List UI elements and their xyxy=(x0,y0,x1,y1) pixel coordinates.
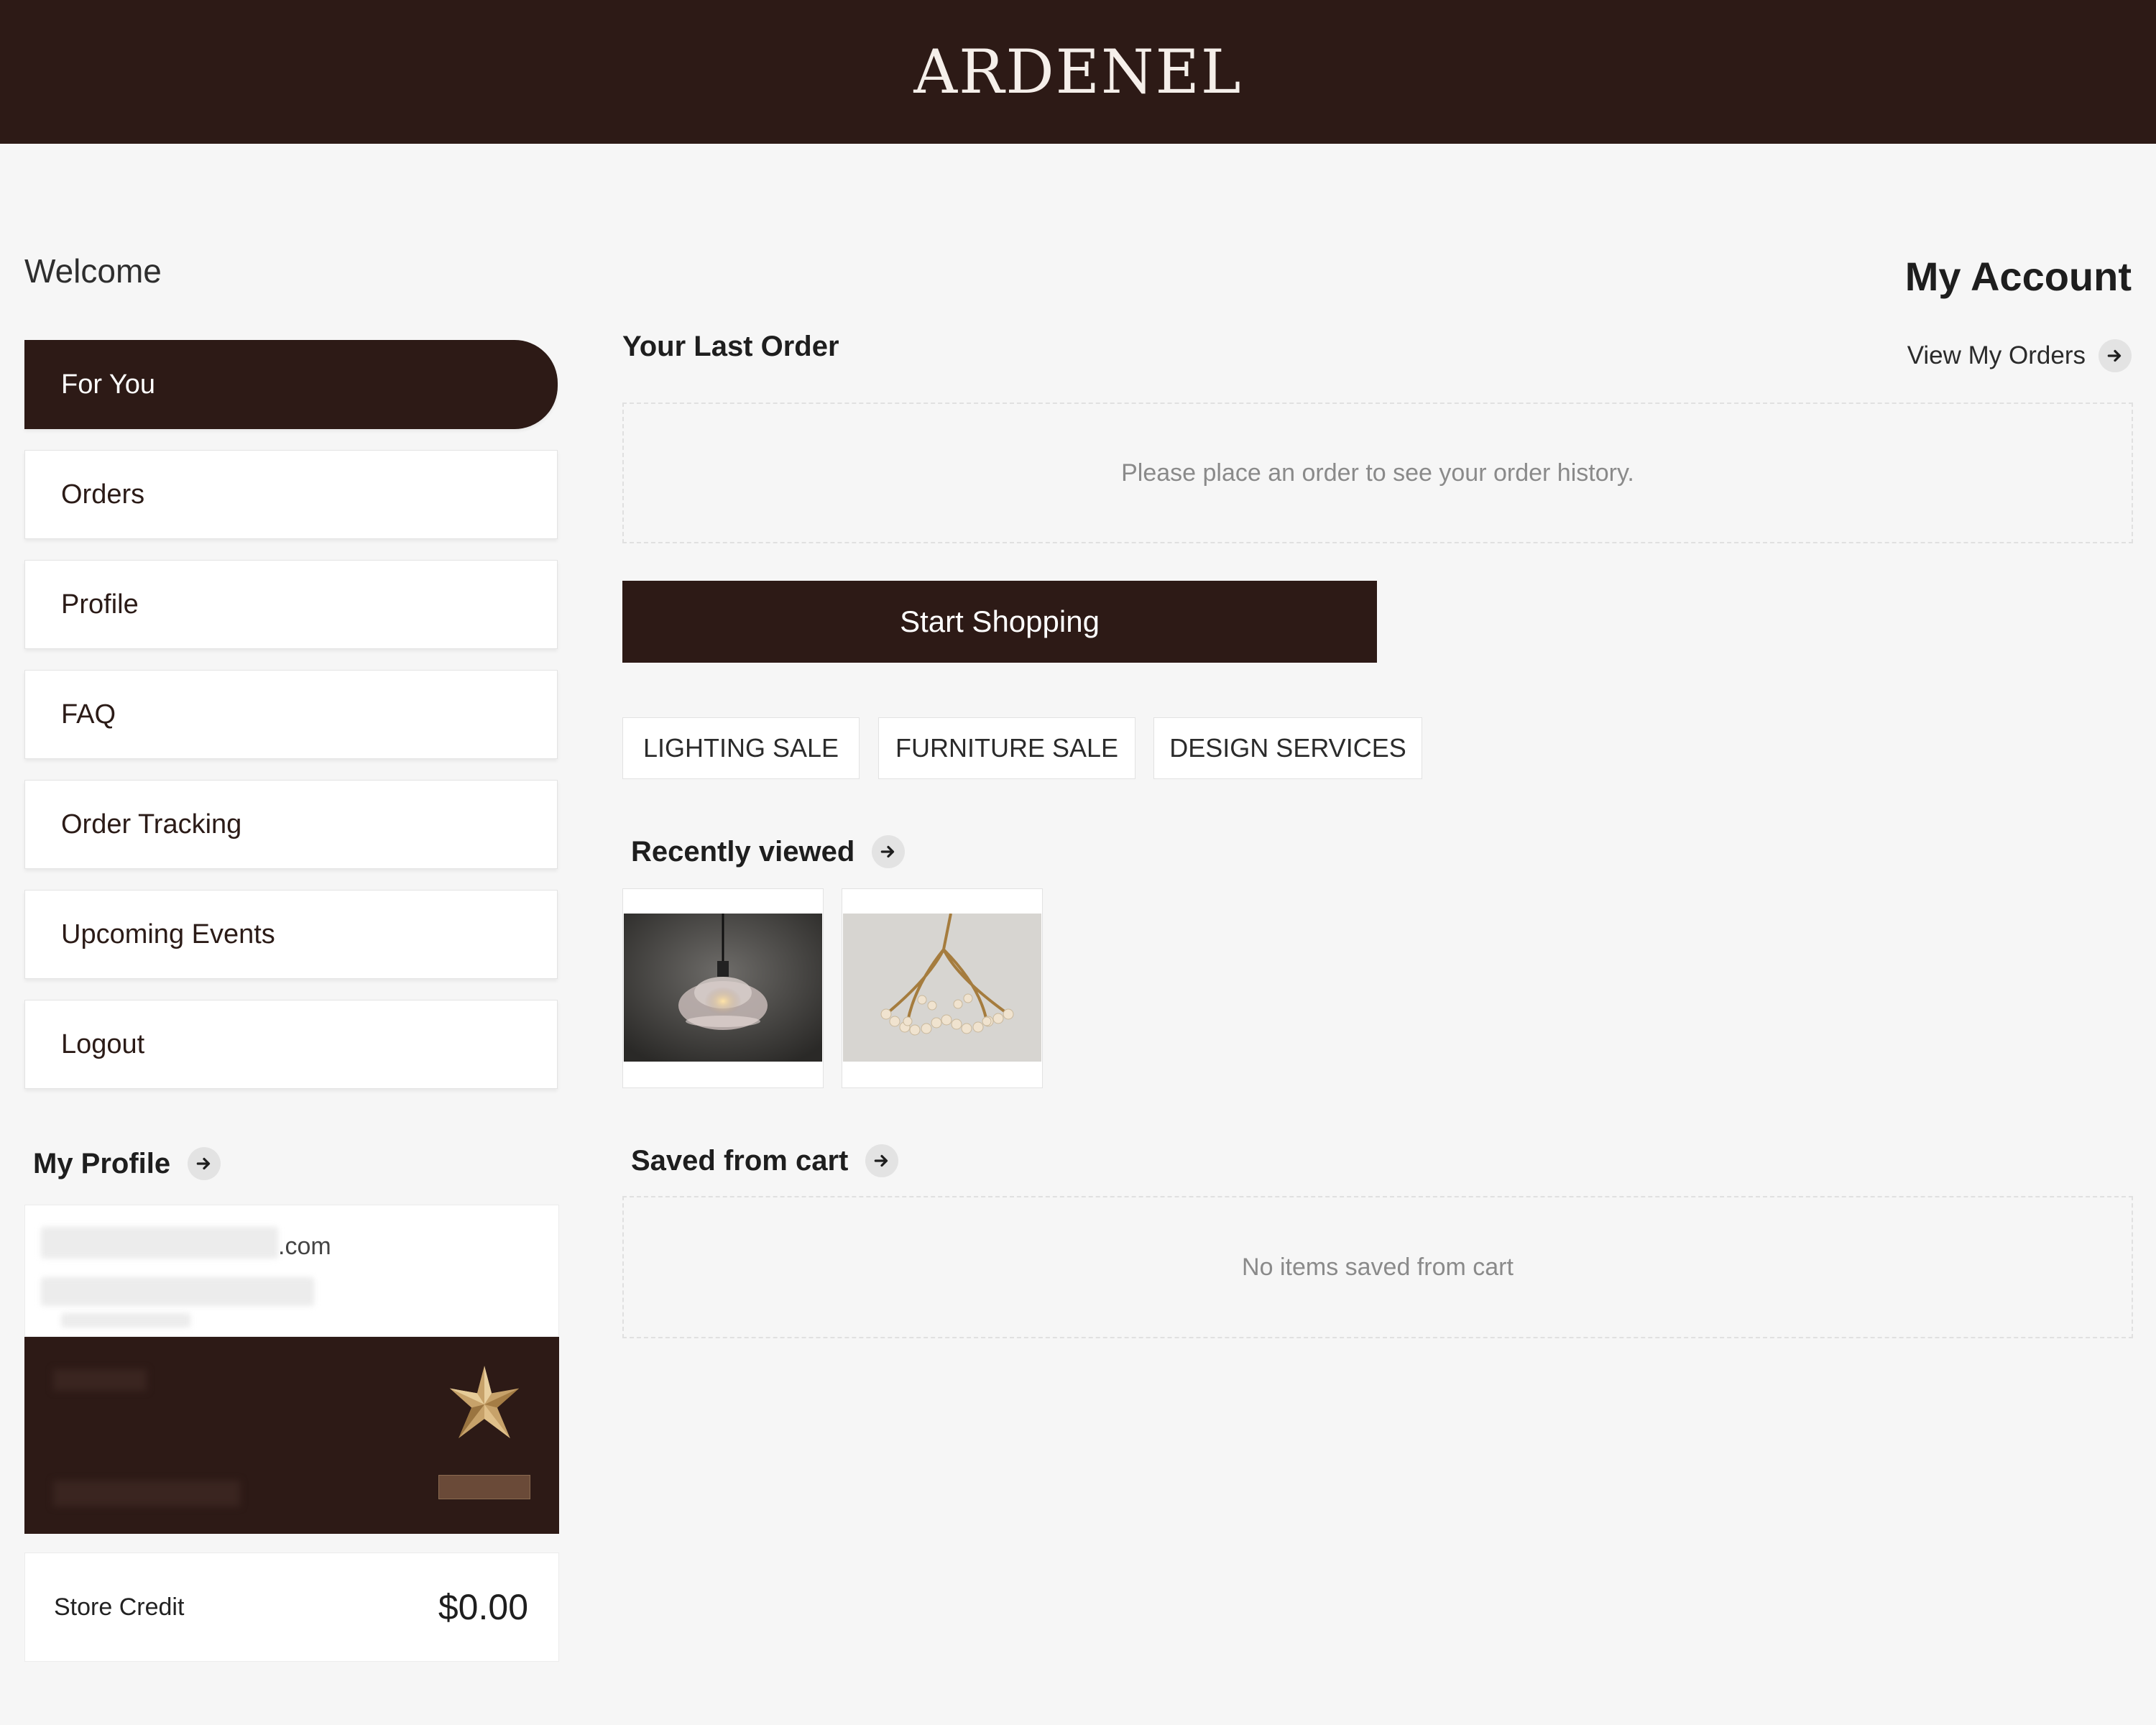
arrow-right-icon[interactable] xyxy=(872,835,906,868)
last-order-heading: Your Last Order xyxy=(622,331,839,363)
account-nav: For You Orders Profile FAQ Order Trackin… xyxy=(24,340,558,1110)
last-order-empty-state: Please place an order to see your order … xyxy=(622,402,2133,543)
store-credit-label: Store Credit xyxy=(54,1593,185,1621)
tier-badge-icon xyxy=(438,1475,530,1499)
nav-item-orders[interactable]: Orders xyxy=(24,450,558,539)
nav-item-for-you[interactable]: For You xyxy=(24,340,558,429)
top-header: ARDENEL xyxy=(0,0,2156,144)
store-credit-value: $0.00 xyxy=(438,1587,528,1627)
chip-lighting-sale[interactable]: LIGHTING SALE xyxy=(622,717,860,779)
saved-from-cart-empty-state: No items saved from cart xyxy=(622,1196,2133,1338)
start-shopping-button[interactable]: Start Shopping xyxy=(622,581,1377,663)
recently-viewed-title: Recently viewed xyxy=(631,835,855,868)
redacted-member-name xyxy=(53,1369,147,1391)
last-order-title: Your Last Order xyxy=(622,331,839,362)
nav-item-profile[interactable]: Profile xyxy=(24,560,558,649)
nav-item-logout[interactable]: Logout xyxy=(24,1000,558,1089)
view-my-orders-label: View My Orders xyxy=(1907,341,2086,369)
glass-pendant-lamp-image xyxy=(624,914,822,1062)
store-credit-card: Store Credit $0.00 xyxy=(24,1552,559,1662)
recently-viewed-item[interactable] xyxy=(842,888,1043,1088)
chip-furniture-sale[interactable]: FURNITURE SALE xyxy=(878,717,1135,779)
email-suffix: .com xyxy=(278,1233,331,1260)
saved-from-cart-heading[interactable]: Saved from cart xyxy=(631,1144,899,1177)
arrow-right-icon[interactable] xyxy=(865,1144,899,1177)
recently-viewed-item[interactable] xyxy=(622,888,824,1088)
nav-item-order-tracking[interactable]: Order Tracking xyxy=(24,780,558,869)
welcome-heading: Welcome xyxy=(24,252,162,290)
star-icon xyxy=(449,1366,520,1439)
page-title: My Account xyxy=(1904,254,2132,299)
redacted-detail xyxy=(61,1313,190,1328)
nav-item-faq[interactable]: FAQ xyxy=(24,670,558,759)
nav-item-upcoming-events[interactable]: Upcoming Events xyxy=(24,890,558,979)
empty-order-message: Please place an order to see your order … xyxy=(1121,459,1634,487)
my-profile-title: My Profile xyxy=(33,1147,171,1179)
redacted-email xyxy=(41,1227,278,1259)
beaded-chandelier-image xyxy=(843,914,1041,1062)
view-my-orders-link[interactable]: View My Orders xyxy=(1907,339,2132,372)
redacted-member-number xyxy=(53,1481,240,1506)
saved-empty-message: No items saved from cart xyxy=(1242,1253,1514,1281)
chip-design-services[interactable]: DESIGN SERVICES xyxy=(1153,717,1422,779)
membership-card xyxy=(24,1337,559,1534)
profile-card: .com xyxy=(24,1205,559,1337)
redacted-name xyxy=(41,1277,314,1306)
saved-from-cart-title: Saved from cart xyxy=(631,1144,849,1177)
my-profile-heading[interactable]: My Profile xyxy=(33,1147,221,1180)
recently-viewed-heading[interactable]: Recently viewed xyxy=(631,835,906,868)
arrow-right-icon[interactable] xyxy=(188,1147,221,1180)
brand-logo[interactable]: ARDENEL xyxy=(0,0,2156,144)
arrow-right-icon xyxy=(2099,339,2132,372)
